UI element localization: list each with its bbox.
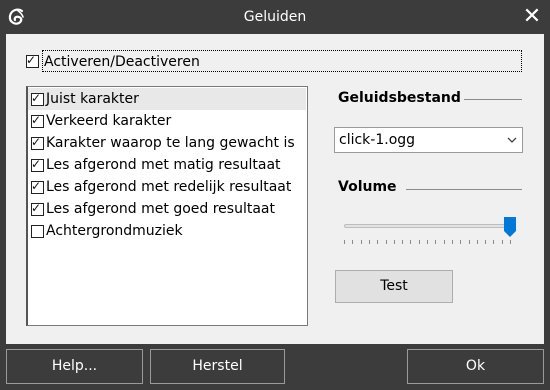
item-label: Les afgerond met redelijk resultaat xyxy=(46,179,292,195)
item-checkbox[interactable] xyxy=(31,225,44,238)
item-label: Karakter waarop te lang gewacht is xyxy=(46,135,295,151)
slider-tick xyxy=(377,240,379,244)
item-label: Juist karakter xyxy=(46,91,139,107)
item-label: Achtergrondmuziek xyxy=(46,223,183,239)
checkmark-icon: ✓ xyxy=(26,53,37,67)
sound-file-value: click-1.ogg xyxy=(339,132,416,148)
slider-tick xyxy=(501,240,503,244)
test-button[interactable]: Test xyxy=(335,270,453,303)
section-divider xyxy=(464,99,522,100)
slider-tick xyxy=(402,240,404,244)
checkmark-icon: ✓ xyxy=(31,91,42,105)
slider-tick xyxy=(493,240,495,244)
volume-slider-track[interactable] xyxy=(344,224,516,228)
slider-tick xyxy=(418,240,420,244)
ok-button[interactable]: Ok xyxy=(407,349,544,384)
slider-tick xyxy=(410,240,412,244)
checkmark-icon: ✓ xyxy=(31,113,42,127)
checkmark-icon: ✓ xyxy=(31,135,42,149)
slider-tick xyxy=(443,240,445,244)
item-checkbox[interactable]: ✓ xyxy=(31,91,44,106)
slider-tick xyxy=(451,240,453,244)
item-checkbox[interactable]: ✓ xyxy=(31,157,44,172)
dialog-body: ✓ Activeren/Deactiveren ✓ Juist karakter… xyxy=(6,34,544,344)
slider-tick xyxy=(510,240,511,244)
slider-tick xyxy=(393,240,395,244)
enable-checkbox[interactable]: ✓ xyxy=(26,53,39,68)
slider-tick xyxy=(352,240,354,244)
slider-tick xyxy=(368,240,370,244)
sound-file-heading: Geluidsbestand xyxy=(338,90,461,106)
title-bar: Geluiden ✕ xyxy=(0,0,550,34)
slider-tick xyxy=(360,240,362,244)
checkmark-icon: ✓ xyxy=(31,179,42,193)
enable-toggle[interactable]: ✓ Activeren/Deactiveren xyxy=(24,50,522,72)
slider-tick xyxy=(385,240,387,244)
list-item[interactable]: ✓ Les afgerond met redelijk resultaat xyxy=(28,176,306,198)
item-checkbox[interactable]: ✓ xyxy=(31,113,44,128)
item-checkbox[interactable]: ✓ xyxy=(31,201,44,216)
list-item[interactable]: Achtergrondmuziek xyxy=(28,220,306,242)
slider-tick xyxy=(485,240,487,244)
close-icon[interactable]: ✕ xyxy=(520,5,544,29)
sound-list[interactable]: ✓ Juist karakter ✓ Verkeerd karakter ✓ K… xyxy=(26,86,308,326)
chevron-down-icon xyxy=(507,137,517,143)
slider-tick xyxy=(460,240,462,244)
list-item[interactable]: ✓ Juist karakter xyxy=(28,88,306,110)
slider-tick xyxy=(435,240,437,244)
window-title: Geluiden xyxy=(243,9,307,25)
slider-tick xyxy=(344,240,345,244)
list-item[interactable]: ✓ Les afgerond met goed resultaat xyxy=(28,198,306,220)
enable-label[interactable]: Activeren/Deactiveren xyxy=(42,50,522,72)
slider-tick xyxy=(476,240,478,244)
section-divider xyxy=(406,189,522,190)
list-item[interactable]: ✓ Karakter waarop te lang gewacht is xyxy=(28,132,306,154)
item-checkbox[interactable]: ✓ xyxy=(31,135,44,150)
list-item[interactable]: ✓ Verkeerd karakter xyxy=(28,110,306,132)
slider-tick xyxy=(468,240,470,244)
volume-slider-thumb[interactable] xyxy=(504,217,516,237)
item-label: Les afgerond met matig resultaat xyxy=(46,157,281,173)
help-button[interactable]: Help... xyxy=(6,349,143,384)
item-checkbox[interactable]: ✓ xyxy=(31,179,44,194)
volume-heading: Volume xyxy=(338,179,397,195)
reset-button[interactable]: Herstel xyxy=(150,349,285,384)
sound-file-select[interactable]: click-1.ogg xyxy=(334,127,523,153)
checkmark-icon: ✓ xyxy=(31,201,42,215)
slider-tick xyxy=(427,240,428,244)
list-item[interactable]: ✓ Les afgerond met matig resultaat xyxy=(28,154,306,176)
item-label: Verkeerd karakter xyxy=(46,113,172,129)
item-label: Les afgerond met goed resultaat xyxy=(46,201,275,217)
checkmark-icon: ✓ xyxy=(31,157,42,171)
